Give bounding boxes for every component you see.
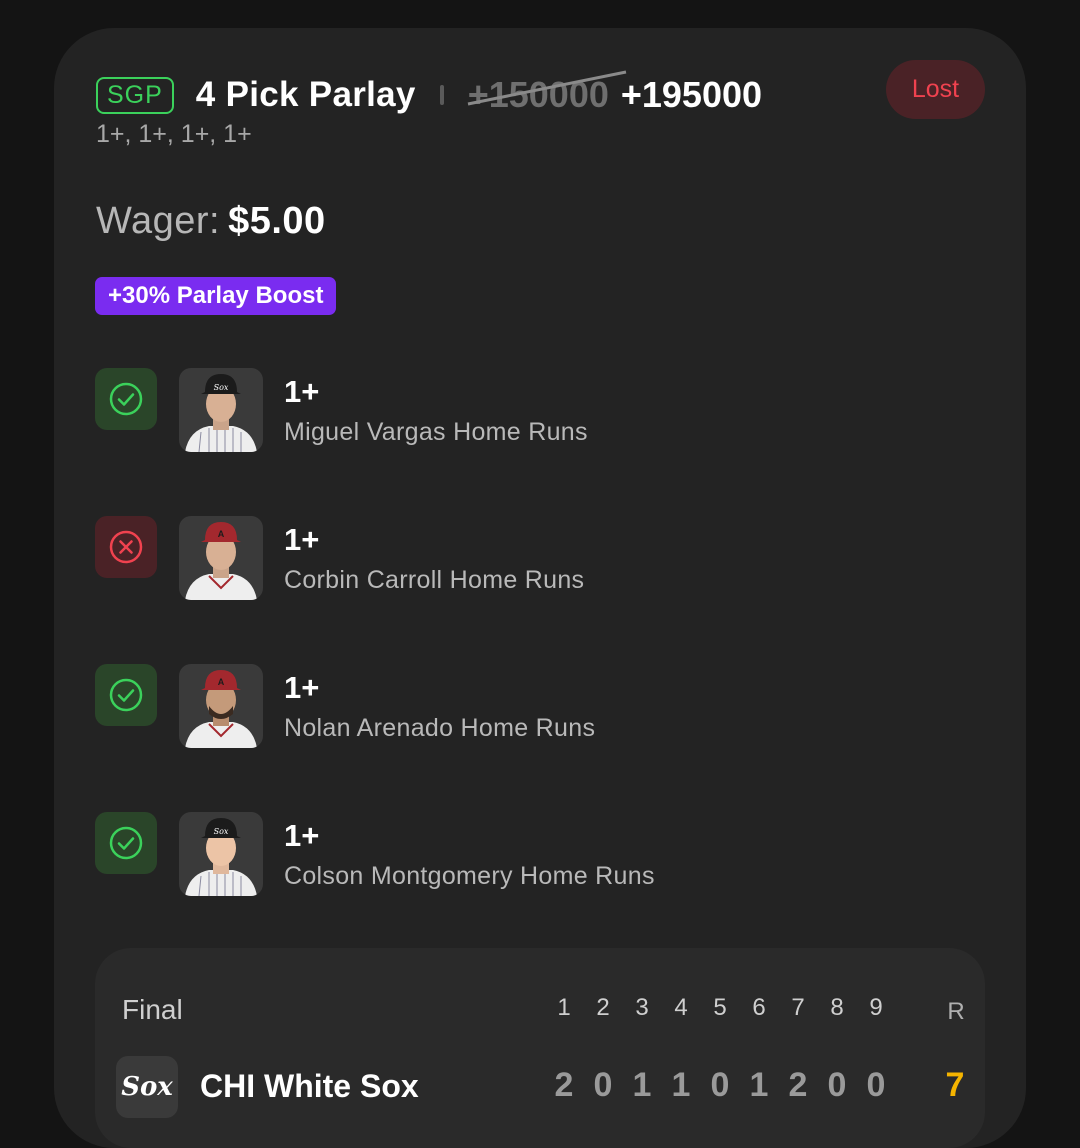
svg-text:Sox: Sox — [214, 827, 229, 836]
separator — [439, 85, 444, 105]
game-status: Final — [122, 994, 183, 1025]
pick-description: Corbin Carroll Home Runs — [284, 566, 585, 594]
player-avatar: A — [179, 664, 263, 748]
pick-row[interactable]: A 1+ Corbin Carroll Home Runs — [95, 516, 955, 600]
player-headshot-icon: A — [185, 670, 257, 748]
player-headshot-icon: Sox — [185, 818, 257, 896]
original-odds: +150000 — [467, 70, 627, 116]
check-circle-icon — [109, 826, 143, 860]
inning-score: 1 — [671, 1066, 691, 1104]
inning-score: 0 — [593, 1066, 613, 1104]
bet-header: SGP 4 Pick Parlay +150000 +195000 — [96, 70, 763, 118]
inning-header: 9 — [869, 994, 883, 1021]
svg-text:A: A — [218, 677, 225, 687]
inning-header: 3 — [635, 994, 649, 1021]
player-avatar: Sox — [179, 812, 263, 896]
svg-text:Sox: Sox — [214, 383, 229, 392]
bet-subtitle: 1+, 1+, 1+, 1+ — [96, 120, 252, 148]
inning-score: 2 — [554, 1066, 574, 1104]
wager-amount: $5.00 — [228, 200, 326, 242]
inning-score: 2 — [788, 1066, 808, 1104]
pick-line: 1+ — [284, 818, 320, 853]
pick-description: Miguel Vargas Home Runs — [284, 418, 588, 446]
player-headshot-icon: Sox — [185, 374, 257, 452]
win-status — [95, 368, 157, 430]
check-circle-icon — [109, 678, 143, 712]
inning-score: 0 — [710, 1066, 730, 1104]
loss-status — [95, 516, 157, 578]
pick-row[interactable]: Sox 1+ Colson Montgomery Home Runs — [95, 812, 955, 896]
inning-header: 4 — [674, 994, 688, 1021]
inning-header: 6 — [752, 994, 766, 1021]
boosted-odds: +195000 — [620, 74, 763, 115]
win-status — [95, 664, 157, 726]
inning-header: 8 — [830, 994, 844, 1021]
team-logo: Sox — [116, 1056, 178, 1118]
svg-text:A: A — [218, 529, 225, 539]
inning-score: 0 — [866, 1066, 886, 1104]
inning-header: 5 — [713, 994, 727, 1021]
sgp-badge: SGP — [96, 76, 174, 114]
check-circle-icon — [109, 382, 143, 416]
pick-line: 1+ — [284, 374, 320, 409]
inning-score: 1 — [749, 1066, 769, 1104]
runs-header: R — [947, 998, 965, 1025]
parlay-title: 4 Pick Parlay — [195, 75, 416, 114]
pick-description: Colson Montgomery Home Runs — [284, 862, 655, 890]
x-circle-icon — [109, 530, 143, 564]
status-badge: Lost — [886, 60, 985, 119]
total-runs: 7 — [945, 1066, 965, 1104]
pick-line: 1+ — [284, 670, 320, 705]
player-headshot-icon: A — [185, 522, 257, 600]
scoreboard[interactable] — [95, 948, 985, 1148]
wager-label: Wager: — [96, 200, 221, 242]
inning-header: 7 — [791, 994, 805, 1021]
player-avatar: A — [179, 516, 263, 600]
inning-header: 2 — [596, 994, 610, 1021]
pick-line: 1+ — [284, 522, 320, 557]
wager: Wager: $5.00 — [96, 200, 326, 243]
pick-row[interactable]: Sox 1+ Miguel Vargas Home Runs — [95, 368, 955, 452]
strikethrough-line — [467, 70, 627, 106]
inning-score: 1 — [632, 1066, 652, 1104]
inning-score: 0 — [827, 1066, 847, 1104]
player-avatar: Sox — [179, 368, 263, 452]
inning-header: 1 — [557, 994, 571, 1021]
team-name: CHI White Sox — [200, 1068, 419, 1104]
pick-row[interactable]: A 1+ Nolan Arenado Home Runs — [95, 664, 955, 748]
pick-description: Nolan Arenado Home Runs — [284, 714, 596, 742]
parlay-boost-badge: +30% Parlay Boost — [95, 277, 337, 315]
win-status — [95, 812, 157, 874]
